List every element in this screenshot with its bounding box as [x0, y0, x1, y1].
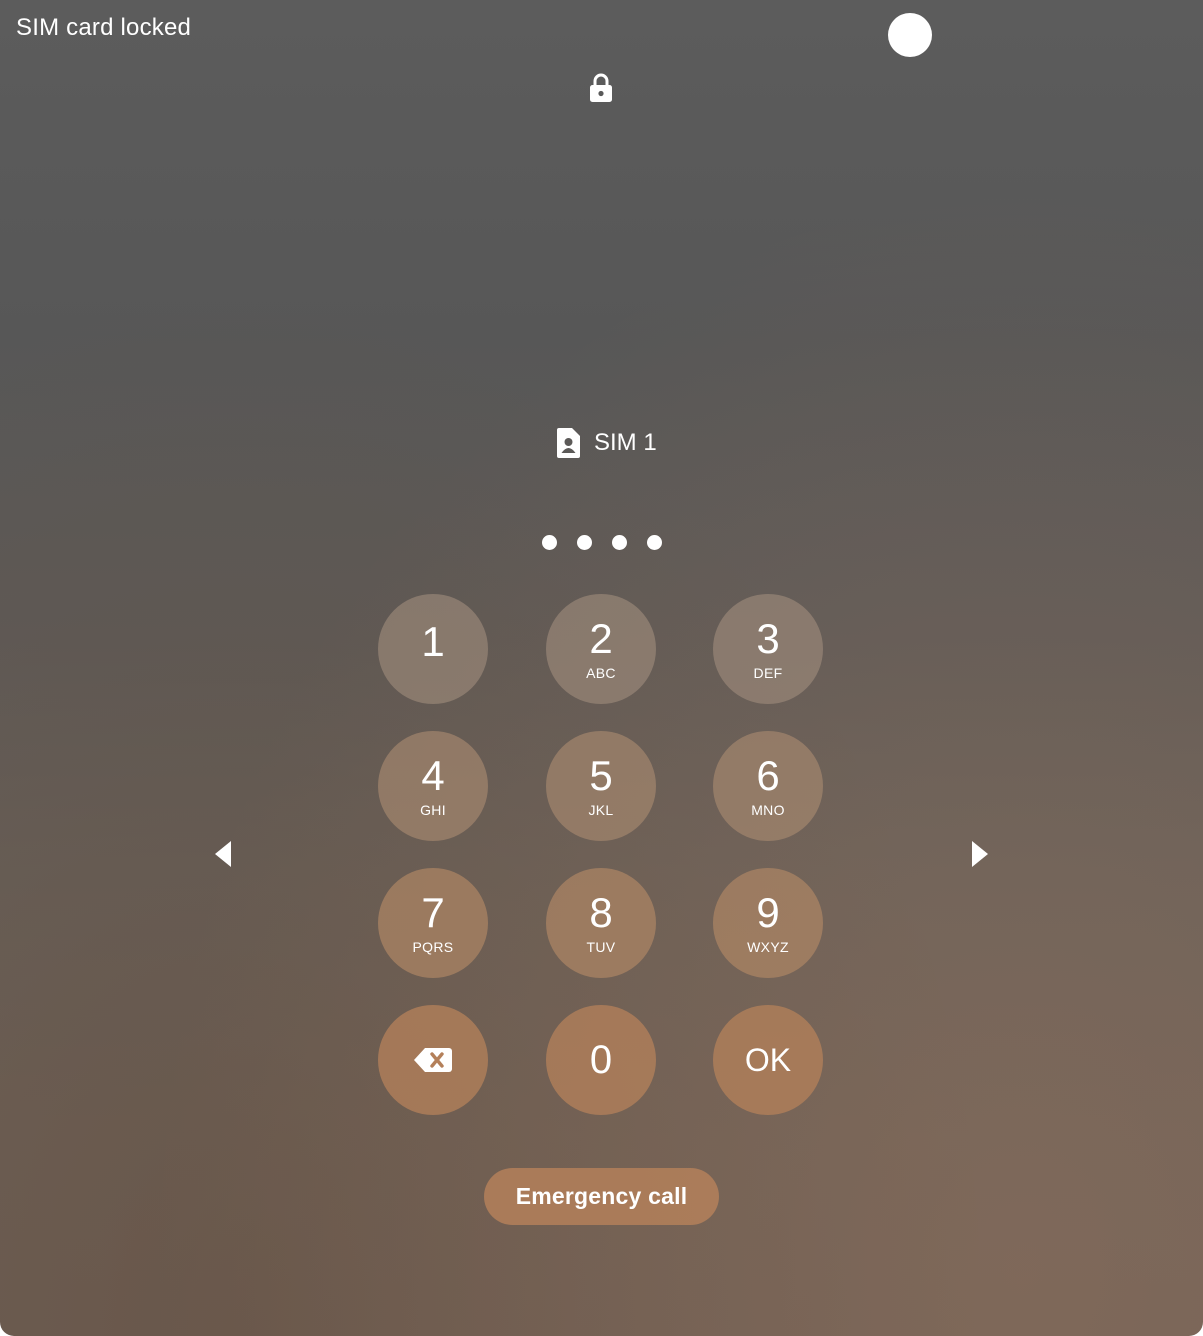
arrow-left-icon[interactable]: [213, 839, 233, 869]
key-0[interactable]: 0: [546, 1005, 656, 1115]
pin-dot: [577, 535, 592, 550]
key-6[interactable]: 6 MNO: [713, 731, 823, 841]
lock-icon: [590, 73, 612, 102]
key-3[interactable]: 3 DEF: [713, 594, 823, 704]
key-digit: 3: [756, 615, 780, 662]
emergency-call-button[interactable]: Emergency call: [484, 1168, 719, 1225]
key-digit: 6: [756, 752, 780, 799]
key-digit: 9: [756, 889, 780, 936]
key-letters: TUV: [586, 939, 616, 955]
sim-indicator: SIM 1: [554, 426, 657, 460]
pin-entry-dots: [542, 535, 662, 551]
key-letters: ABC: [586, 665, 616, 681]
key-digit: 1: [421, 618, 445, 665]
pin-dot: [647, 535, 662, 550]
emergency-call-label: Emergency call: [515, 1183, 688, 1209]
sim-lock-screen: SIM card locked SIM 1 1 2 ABC 3 DEF 4 GH…: [0, 0, 1203, 1336]
camera-cutout: [888, 13, 932, 57]
key-digit: 4: [421, 752, 445, 799]
key-letters: GHI: [420, 802, 446, 818]
key-digit: 7: [421, 889, 445, 936]
sim-label: SIM 1: [594, 429, 657, 456]
key-letters: JKL: [588, 802, 614, 818]
status-title: SIM card locked: [16, 14, 192, 41]
key-5[interactable]: 5 JKL: [546, 731, 656, 841]
pin-dot: [612, 535, 627, 550]
key-2[interactable]: 2 ABC: [546, 594, 656, 704]
key-digit: 5: [589, 752, 613, 799]
key-digit: 0: [589, 1038, 613, 1082]
key-9[interactable]: 9 WXYZ: [713, 868, 823, 978]
key-letters: PQRS: [412, 939, 454, 955]
key-8[interactable]: 8 TUV: [546, 868, 656, 978]
key-7[interactable]: 7 PQRS: [378, 868, 488, 978]
backspace-button[interactable]: [378, 1005, 488, 1115]
key-letters: WXYZ: [747, 939, 789, 955]
pin-dot: [542, 535, 557, 550]
backspace-icon: [414, 1048, 452, 1072]
key-1[interactable]: 1: [378, 594, 488, 704]
key-letters: MNO: [751, 802, 785, 818]
sim-card-icon: [557, 428, 580, 458]
ok-label: OK: [744, 1042, 792, 1078]
key-digit: 8: [589, 889, 613, 936]
key-digit: 2: [589, 615, 613, 662]
key-4[interactable]: 4 GHI: [378, 731, 488, 841]
ok-button[interactable]: OK: [713, 1005, 823, 1115]
arrow-right-icon[interactable]: [970, 839, 990, 869]
key-letters: DEF: [753, 665, 783, 681]
